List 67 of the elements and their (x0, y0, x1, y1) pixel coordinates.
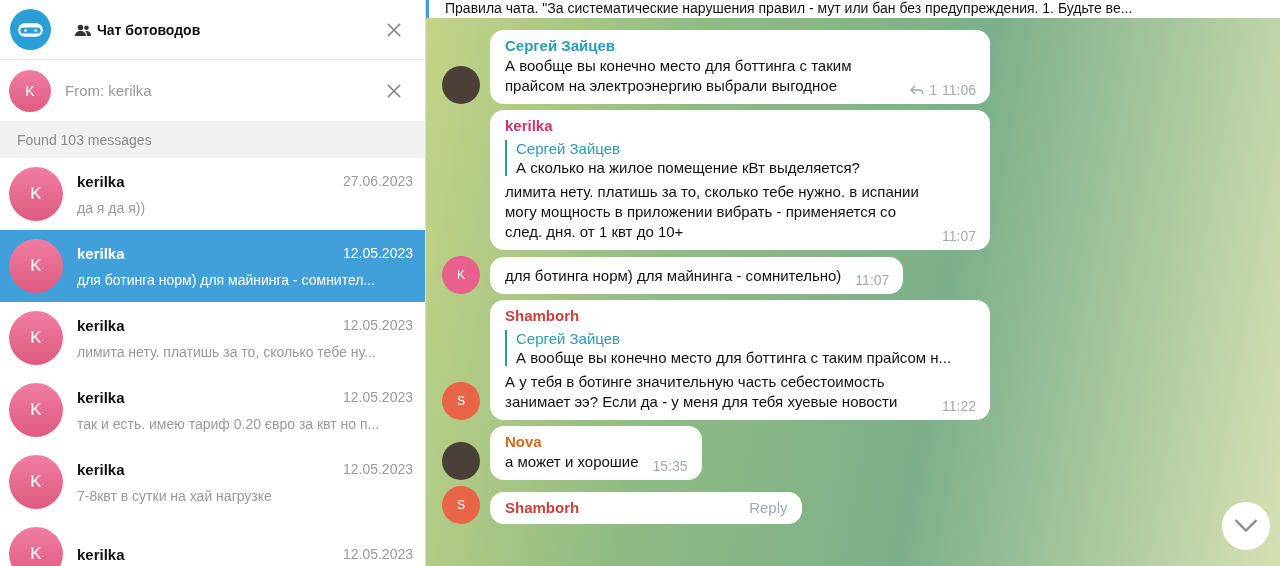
message-text: для ботинга норм) для майнинга - сомнительно) (505, 266, 842, 286)
message-preview: так и есть. имею тариф 0.20 євро за квт но п... (77, 415, 381, 432)
quoted-text: А сколько на жилое помещение кВт выделяется? (516, 159, 861, 176)
sender-name: kerilka (77, 244, 125, 262)
sender-name: kerilka (77, 460, 125, 478)
message-date: 12.05.2023 (342, 388, 413, 406)
sender-name: kerilka (77, 316, 125, 334)
sender-name: Shamborh (505, 499, 580, 516)
message-time: 11:06 (942, 81, 976, 100)
sender-name: kerilka (77, 172, 125, 190)
reply-count: 1 (929, 81, 937, 100)
search-result-item[interactable]: K kerilka 12.05.2023 лимита нету. платишь за то, сколько тебе ну... (0, 302, 425, 374)
message-date: 12.05.2023 (342, 316, 413, 334)
message-preview: лимита нету. платишь за то, сколько тебе ну... (77, 343, 377, 360)
user-avatar: K (9, 167, 63, 221)
pinned-message: Правила чата. "За систематические нарушения правил - мут или бан без предупреждения. 1. Будьте ве... (445, 0, 1133, 16)
message-preview: да я да я)) (77, 199, 147, 216)
photo-placeholder (442, 66, 480, 104)
search-result-item[interactable]: K kerilka 12.05.2023 7-8квт в сутки на хай нагрузке (0, 446, 425, 518)
user-avatar: S (442, 382, 480, 420)
message-date: 12.05.2023 (342, 460, 413, 478)
sender-name: Nova (505, 433, 542, 450)
reply-icon (910, 85, 925, 95)
message-date: 12.05.2023 (342, 545, 413, 563)
message-text: А вообще вы конечно место для боттинга с таким прайсом на электроэнергию выбрали выгодное (505, 56, 853, 96)
sender-name: kerilka (505, 117, 553, 134)
quoted-text: А вообще вы конечно место для боттинга с таким прайсом н... (516, 349, 953, 366)
results-count: Found 103 messages (17, 131, 152, 148)
message-text: лимита нету. платишь за то, сколько тебе нужно. в испании могу мощность в приложении вибрать - применяется со след. дня. от 1 квт до 10+ (505, 182, 920, 242)
sender-name: kerilka (77, 545, 125, 563)
scroll-down-button[interactable] (1222, 502, 1270, 550)
sender-name: kerilka (77, 388, 125, 406)
message-text: а может и хорошие (505, 452, 639, 472)
user-avatar: K (9, 69, 51, 112)
search-result-item[interactable]: K kerilka 12.05.2023 так и есть. имею тариф 0.20 євро за квт но п... (0, 374, 425, 446)
group-icon (75, 23, 91, 36)
message-text: А у тебя в ботинге значительную часть себестоимость занимает ээ? Если да - у меня для тебя хуевые новости (505, 372, 899, 412)
message-time: 11:07 (855, 271, 890, 290)
sender-name: Сергей Зайцев (505, 37, 616, 54)
photo-placeholder (442, 442, 480, 480)
quoted-sender: Сергей Зайцев (516, 140, 622, 157)
sender-name: Shamborh (505, 307, 580, 324)
message-time: 11:22 (942, 397, 976, 416)
message-date: 27.06.2023 (342, 172, 413, 190)
user-avatar: K (442, 256, 480, 294)
quoted-sender: Сергей Зайцев (516, 330, 622, 347)
robot-avatar-icon (10, 9, 51, 50)
user-avatar: K (9, 383, 63, 437)
message-time: 15:35 (652, 457, 688, 476)
user-avatar: K (9, 455, 63, 509)
message-preview: 7-8квт в сутки на хай нагрузке (77, 487, 273, 504)
chat-title: Чат ботоводов (97, 21, 202, 38)
quoted-message[interactable]: Сергей Зайцев А вообще вы конечно место для боттинга с таким прайсом н... (505, 330, 976, 366)
message-date: 12.05.2023 (342, 244, 413, 262)
search-result-item[interactable]: K kerilka 12.05.2023 (0, 518, 425, 566)
user-avatar: K (9, 527, 63, 566)
quoted-message[interactable]: Сергей Зайцев А сколько на жилое помещение кВт выделяется? (505, 140, 976, 176)
chevron-down-icon (1234, 519, 1258, 533)
message-preview: для ботинга норм) для майнинга - сомнител... (77, 271, 377, 288)
close-icon[interactable] (387, 83, 401, 98)
message-time: 11:07 (942, 227, 976, 246)
user-avatar: K (9, 311, 63, 365)
user-avatar: S (442, 486, 480, 524)
close-icon[interactable] (387, 22, 401, 37)
pinned-message-bar[interactable]: Правила чата. "За систематические нарушения правил - мут или бан без предупреждения. 1. Будьте ве... (426, 0, 1280, 18)
user-avatar: K (9, 239, 63, 293)
search-result-item[interactable]: K kerilka 27.06.2023 да я да я)) (0, 158, 425, 230)
